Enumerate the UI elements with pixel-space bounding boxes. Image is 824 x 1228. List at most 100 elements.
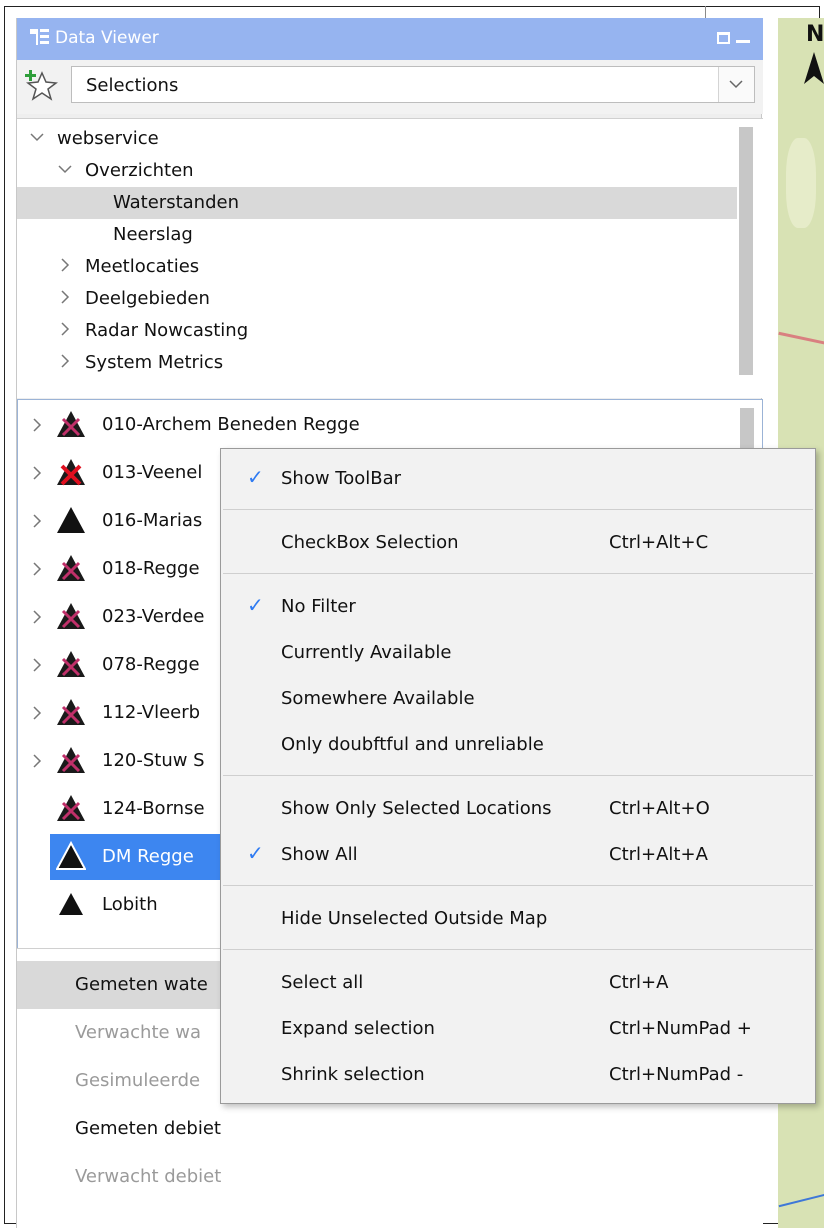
tree-node-radar-nowcasting[interactable]: Radar Nowcasting (17, 315, 737, 347)
parameter-label: Verwacht debiet (75, 1166, 222, 1187)
menu-item-only-doubtful[interactable]: Only doubftful and unreliable (221, 723, 815, 767)
north-label: N (806, 22, 824, 47)
map-area (786, 138, 816, 228)
chevron-right-icon[interactable] (30, 657, 44, 673)
selection-dropdown[interactable]: Selections (71, 66, 755, 103)
location-row[interactable]: 010-Archem Beneden Regge (18, 402, 758, 448)
dark-triangle-icon (57, 699, 85, 725)
tree-node-label: System Metrics (85, 352, 224, 373)
tree-scrollbar[interactable] (739, 127, 753, 375)
dark-triangle-icon (57, 603, 85, 629)
checkmark-icon: ✓ (247, 841, 264, 865)
dark-triangle-icon (57, 651, 85, 677)
menu-item-label: Shrink selection (281, 1064, 425, 1085)
chevron-right-icon[interactable] (30, 753, 44, 769)
menu-item-somewhere-available[interactable]: Somewhere Available (221, 677, 815, 721)
parameter-row[interactable]: Gemeten debiet (17, 1105, 763, 1153)
menu-separator (223, 509, 813, 510)
menu-item-label: No Filter (281, 596, 356, 617)
menu-item-label: Show All (281, 844, 358, 865)
menu-item-expand-selection[interactable]: Expand selection Ctrl+NumPad + (221, 1007, 815, 1051)
chevron-right-icon[interactable] (30, 465, 44, 481)
add-favorite-icon[interactable] (25, 68, 59, 102)
chevron-right-icon[interactable] (57, 321, 73, 337)
menu-item-label: Somewhere Available (281, 688, 475, 709)
menu-item-shrink-selection[interactable]: Shrink selection Ctrl+NumPad - (221, 1053, 815, 1097)
location-label: 016-Marias (102, 510, 203, 531)
menu-item-shortcut: Ctrl+A (609, 972, 669, 993)
tree-node-system-metrics[interactable]: System Metrics (17, 347, 737, 379)
parameter-label: Gesimuleerde (75, 1070, 201, 1091)
tree-node-deelgebieden[interactable]: Deelgebieden (17, 283, 737, 315)
selection-tree: webservice Overzichten Waterstanden Neer… (17, 118, 763, 398)
chevron-right-icon[interactable] (30, 561, 44, 577)
tree-node-label: Meetlocaties (85, 256, 200, 277)
location-label: 010-Archem Beneden Regge (102, 414, 360, 435)
minimize-icon[interactable] (736, 40, 750, 43)
chevron-right-icon[interactable] (30, 417, 44, 433)
tree-node-label: Radar Nowcasting (85, 320, 249, 341)
dark-triangle-icon (57, 747, 85, 773)
menu-item-show-only-selected[interactable]: Show Only Selected Locations Ctrl+Alt+O (221, 787, 815, 831)
checkmark-icon: ✓ (247, 465, 264, 489)
menu-item-shortcut: Ctrl+NumPad + (609, 1018, 752, 1039)
chevron-right-icon[interactable] (57, 257, 73, 273)
menu-item-currently-available[interactable]: Currently Available (221, 631, 815, 675)
tree-node-label: Waterstanden (113, 192, 239, 213)
menu-item-label: Show Only Selected Locations (281, 798, 552, 819)
location-label: 112-Vleerb (102, 702, 201, 723)
location-label: DM Regge (102, 846, 194, 867)
tree-node-label: Neerslag (113, 224, 193, 245)
chevron-right-icon[interactable] (57, 353, 73, 369)
chevron-right-icon[interactable] (30, 705, 44, 721)
panel-title: Data Viewer (55, 28, 159, 48)
dropdown-button[interactable] (718, 67, 754, 102)
menu-item-show-toolbar[interactable]: ✓ Show ToolBar (221, 457, 815, 501)
menu-item-shortcut: Ctrl+Alt+O (609, 798, 710, 819)
location-label: 013-Veenel (102, 462, 203, 483)
location-label: 018-Regge (102, 558, 200, 579)
parameter-row[interactable]: Verwacht debiet (17, 1153, 763, 1201)
black-triangle-icon (56, 841, 86, 870)
menu-item-label: CheckBox Selection (281, 532, 459, 553)
location-label: Lobith (102, 894, 158, 915)
tree-node-webservice[interactable]: webservice (17, 123, 737, 155)
red-cross-triangle-icon (57, 459, 85, 486)
tree-node-label: webservice (57, 128, 159, 149)
separator (705, 6, 706, 18)
menu-item-label: Only doubftful and unreliable (281, 734, 544, 755)
maximize-icon[interactable] (717, 32, 730, 44)
map-road (778, 331, 824, 348)
chevron-right-icon[interactable] (30, 513, 44, 529)
map-river (778, 1190, 824, 1208)
menu-separator (223, 775, 813, 776)
menu-item-hide-unselected[interactable]: Hide Unselected Outside Map (221, 897, 815, 941)
menu-item-label: Select all (281, 972, 364, 993)
tree-node-meetlocaties[interactable]: Meetlocaties (17, 251, 737, 283)
menu-item-checkbox-selection[interactable]: CheckBox Selection Ctrl+Alt+C (221, 521, 815, 565)
context-menu: ✓ Show ToolBar CheckBox Selection Ctrl+A… (220, 448, 816, 1104)
menu-separator (223, 885, 813, 886)
parameter-label: Gemeten debiet (75, 1118, 221, 1139)
tree-node-waterstanden[interactable]: Waterstanden (17, 187, 737, 219)
menu-item-no-filter[interactable]: ✓ No Filter (221, 585, 815, 629)
menu-item-label: Expand selection (281, 1018, 435, 1039)
parameter-label: Gemeten wate (75, 974, 208, 995)
black-triangle-icon (57, 507, 85, 533)
menu-item-shortcut: Ctrl+NumPad - (609, 1064, 744, 1085)
panel-title-bar[interactable]: Data Viewer (17, 18, 763, 60)
parameter-label: Verwachte wa (75, 1022, 202, 1043)
chevron-down-icon[interactable] (29, 129, 45, 145)
chevron-down-icon[interactable] (57, 161, 73, 177)
menu-item-select-all[interactable]: Select all Ctrl+A (221, 961, 815, 1005)
data-viewer-icon (30, 29, 49, 45)
chevron-right-icon[interactable] (30, 609, 44, 625)
menu-item-label: Hide Unselected Outside Map (281, 908, 548, 929)
menu-item-shortcut: Ctrl+Alt+C (609, 532, 709, 553)
tree-node-neerslag[interactable]: Neerslag (17, 219, 737, 251)
chevron-right-icon[interactable] (57, 289, 73, 305)
tree-node-label: Deelgebieden (85, 288, 210, 309)
tree-node-overzichten[interactable]: Overzichten (17, 155, 737, 187)
menu-item-show-all[interactable]: ✓ Show All Ctrl+Alt+A (221, 833, 815, 877)
menu-item-shortcut: Ctrl+Alt+A (609, 844, 708, 865)
